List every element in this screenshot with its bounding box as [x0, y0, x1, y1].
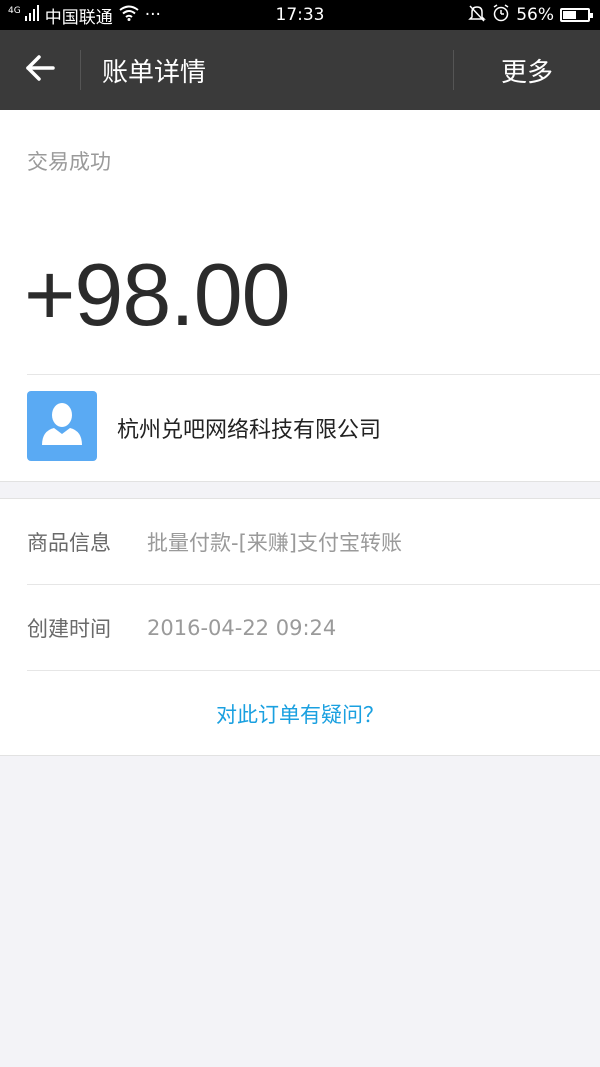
transaction-summary: 交易成功 +98.00 杭州兑吧网络科技有限公司: [0, 110, 600, 482]
transaction-details: 商品信息 批量付款-[来赚]支付宝转账 创建时间 2016-04-22 09:2…: [0, 498, 600, 756]
merchant-name: 杭州兑吧网络科技有限公司: [117, 418, 382, 443]
page-title: 账单详情: [102, 57, 207, 88]
detail-row-product: 商品信息 批量付款-[来赚]支付宝转账: [0, 499, 600, 584]
detail-label: 商品信息: [27, 530, 111, 555]
alarm-icon: [492, 3, 510, 27]
status-right: 56%: [468, 0, 593, 30]
battery-icon: [560, 8, 593, 22]
avatar: [27, 391, 97, 461]
battery-fill: [563, 11, 577, 19]
back-button[interactable]: [0, 30, 80, 110]
transaction-status: 交易成功: [27, 150, 111, 174]
title-bar: 账单详情 更多: [0, 30, 600, 110]
more-button[interactable]: 更多: [454, 30, 600, 110]
detail-row-created-time: 创建时间 2016-04-22 09:24: [0, 585, 600, 670]
person-icon: [40, 401, 84, 451]
battery-percent: 56%: [516, 5, 554, 25]
arrow-left-icon: [25, 54, 55, 86]
order-question-link[interactable]: 对此订单有疑问？: [0, 671, 600, 757]
status-bar: 4G 中国联通 ··· 17:33 56%: [0, 0, 600, 30]
silent-bell-icon: [468, 4, 487, 27]
merchant-row[interactable]: 杭州兑吧网络科技有限公司: [0, 375, 600, 481]
transaction-amount: +98.00: [24, 245, 291, 344]
detail-value: 批量付款-[来赚]支付宝转账: [147, 530, 402, 555]
detail-value: 2016-04-22 09:24: [147, 615, 337, 640]
detail-label: 创建时间: [27, 616, 111, 641]
title-divider-left: [80, 50, 81, 90]
